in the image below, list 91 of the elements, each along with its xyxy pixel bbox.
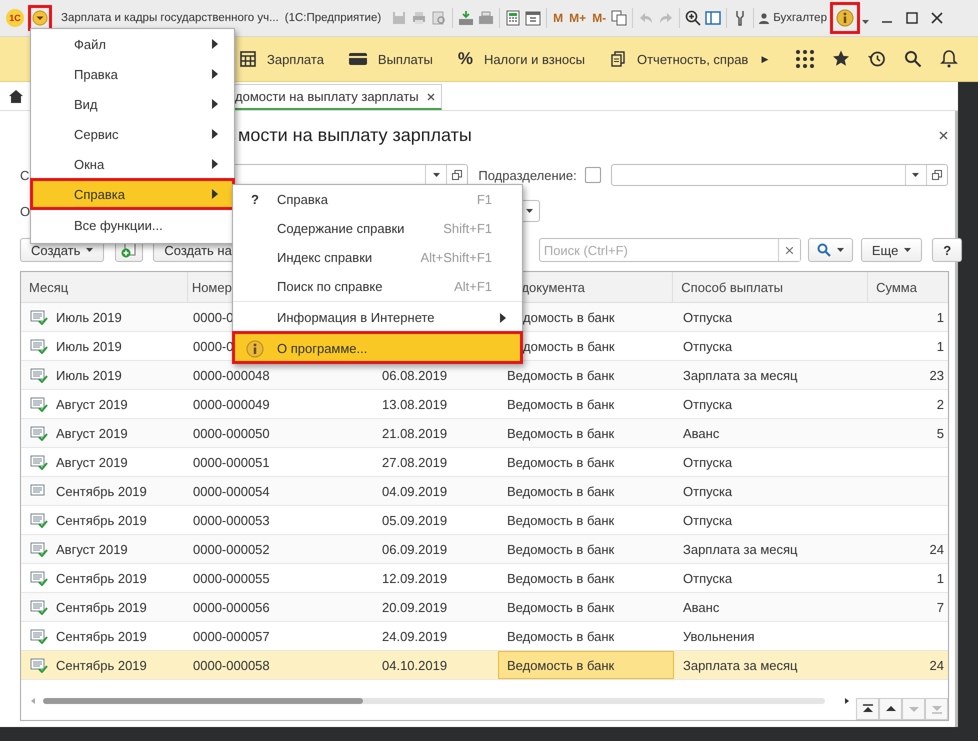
document-type-text: Ведомость в банк: [507, 628, 614, 644]
app-name: (1С:Предприятие): [284, 12, 382, 24]
sum-text: 1: [936, 310, 944, 324]
month-text: Август 2019: [56, 454, 128, 470]
sum-text: 23: [930, 368, 944, 382]
month-text: Август 2019: [56, 426, 128, 440]
app-logo: 1С: [6, 9, 24, 27]
number-text: 0000-0: [193, 310, 234, 324]
date-text: 06.08.2019: [382, 368, 448, 382]
payment-method-text: Отпуска: [683, 512, 732, 528]
document-type-text: Ведомость в банк: [507, 512, 614, 528]
number-text: 0000-000054: [193, 484, 270, 498]
payment-method-text: Зарплата за месяц: [683, 542, 798, 556]
subdivision-label: Подразделение:: [478, 168, 577, 182]
payment-method-text: Отпуска: [683, 570, 732, 586]
menu-item-label: Индекс справки: [277, 250, 372, 265]
date-text: 04.10.2019: [382, 658, 448, 672]
document-type-text: Ведомость в банк: [507, 542, 614, 556]
payment-method-text: Отпуска: [683, 310, 732, 324]
date-text: 06.09.2019: [382, 542, 448, 556]
number-text: 0000-000049: [193, 396, 270, 412]
shortcut-text: Alt+Shift+F1: [420, 250, 492, 265]
date-text: 13.08.2019: [382, 396, 448, 412]
month-text: Август 2019: [56, 396, 128, 412]
document-type-text: Ведомость в банк: [507, 368, 614, 382]
document-type-text: Ведомость в банк: [507, 658, 614, 672]
sum-text: 24: [930, 658, 944, 672]
month-text: Сентябрь 2019: [56, 600, 147, 614]
document-type-text: Ведомость в банк: [507, 600, 614, 614]
menu-item-label: О программе...: [277, 341, 368, 356]
menu-item-label: Справка: [277, 192, 328, 207]
filter-label: С: [20, 168, 30, 182]
sum-text: 1: [936, 338, 944, 354]
number-text: 0000-000050: [193, 426, 270, 440]
number-text: 0000-000057: [193, 628, 270, 644]
month-text: Август 2019: [56, 542, 128, 556]
date-text: 20.09.2019: [382, 600, 448, 614]
date-text: 04.09.2019: [382, 484, 448, 498]
number-text: 0000-000051: [193, 454, 270, 470]
date-text: 21.08.2019: [382, 426, 448, 440]
document-type-text: Ведомость в банк: [507, 454, 614, 470]
document-type-text: Ведомость в банк: [507, 484, 614, 498]
shortcut-text: F1: [476, 192, 492, 207]
sum-text: 5: [936, 426, 944, 440]
sum-text: 1: [936, 570, 944, 586]
month-text: Июль 2019: [56, 338, 122, 354]
menu-item-label: Поиск по справке: [277, 279, 382, 294]
document-type-text: Ведомость в банк: [507, 426, 614, 440]
month-text: Сентябрь 2019: [56, 628, 147, 644]
payment-method-text: Отпуска: [683, 338, 732, 354]
date-text: 24.09.2019: [382, 628, 448, 644]
menu-item-label: Содержание справки: [277, 221, 404, 236]
document-type-text: домость в банк: [523, 310, 615, 324]
date-text: 05.09.2019: [382, 512, 448, 528]
month-text: Сентябрь 2019: [56, 570, 147, 586]
payment-method-text: Аванс: [683, 600, 720, 614]
month-text: Июль 2019: [56, 368, 122, 382]
date-text: 27.08.2019: [382, 454, 448, 470]
number-text: 0000-000053: [193, 512, 270, 528]
filter-label: О: [20, 204, 30, 218]
payment-method-text: Аванс: [683, 426, 720, 440]
payment-method-text: Увольнения: [683, 628, 754, 644]
document-type-text: Ведомость в банк: [507, 396, 614, 412]
payment-method-text: Зарплата за месяц: [683, 368, 798, 382]
month-text: Сентябрь 2019: [56, 512, 147, 528]
payment-method-text: Зарплата за месяц: [683, 658, 798, 672]
month-text: Июль 2019: [56, 310, 122, 324]
help-icon: ?: [251, 192, 259, 207]
number-text: 0000-0: [193, 338, 234, 354]
month-text: Сентябрь 2019: [56, 484, 147, 498]
number-text: 0000-000058: [193, 658, 270, 672]
date-text: 12.09.2019: [382, 570, 448, 586]
number-text: 0000-000052: [193, 542, 270, 556]
number-text: 0000-000056: [193, 600, 270, 614]
window-title: Зарплата и кадры государственного уч...: [61, 12, 279, 24]
form-title: мости на выплату зарплаты: [238, 124, 472, 146]
sum-text: 24: [930, 542, 944, 556]
sum-text: 7: [936, 600, 944, 614]
document-type-text: Ведомость в банк: [507, 570, 614, 586]
document-type-text: домость в банк: [523, 338, 615, 354]
payment-method-text: Отпуска: [683, 396, 732, 412]
month-text: Сентябрь 2019: [56, 658, 147, 672]
shortcut-text: Alt+F1: [454, 279, 492, 294]
payment-method-text: Отпуска: [683, 454, 732, 470]
sum-text: 2: [936, 396, 944, 412]
menu-item-label: Информация в Интернете: [277, 310, 435, 325]
shortcut-text: Shift+F1: [443, 221, 492, 236]
payment-method-text: Отпуска: [683, 484, 732, 498]
percent-icon: %: [458, 49, 473, 69]
number-text: 0000-000048: [193, 368, 270, 382]
number-text: 0000-000055: [193, 570, 270, 586]
